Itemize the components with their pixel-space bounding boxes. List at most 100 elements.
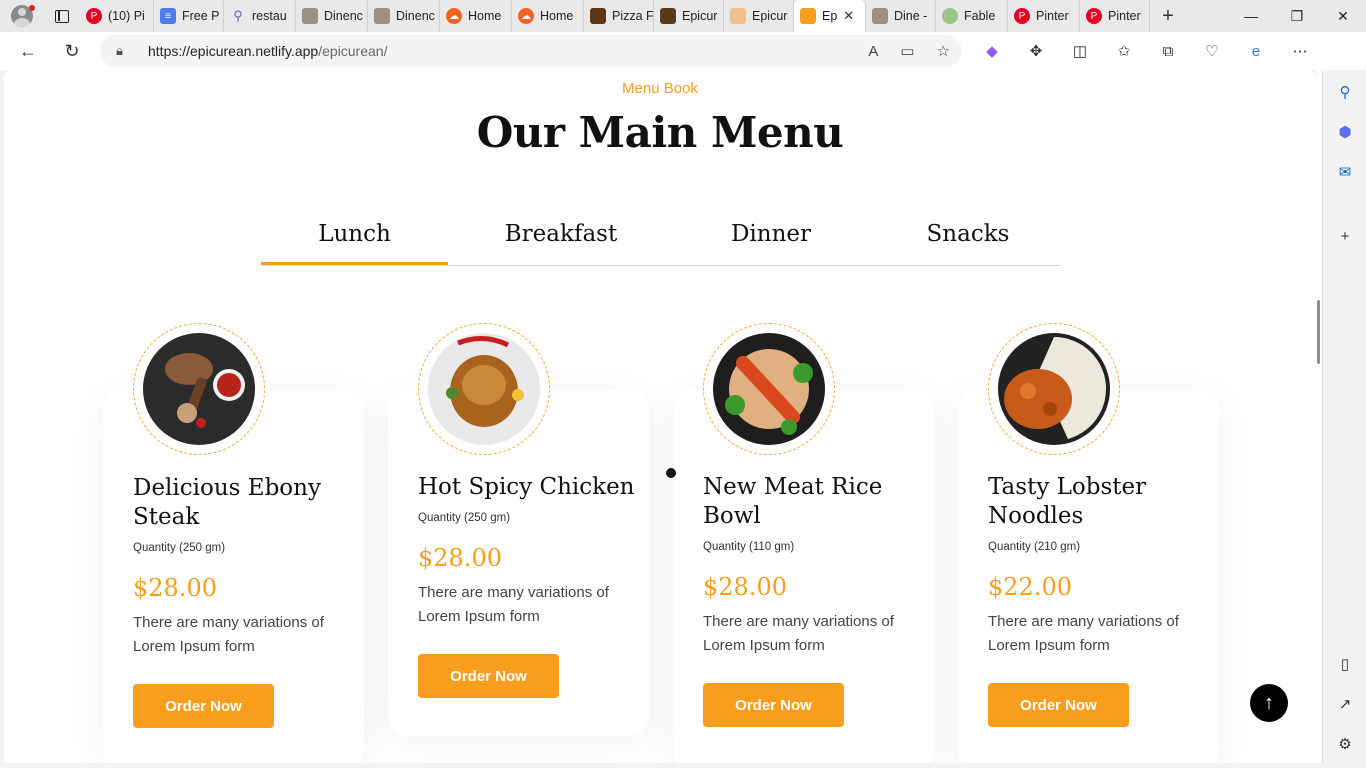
browser-tab[interactable]: P Pinter <box>1008 0 1080 32</box>
address-toolbar: ← ↻ 🔒︎ https://epicurean.netlify.app/epi… <box>0 32 1366 94</box>
url-field[interactable]: 🔒︎ https://epicurean.netlify.app/epicure… <box>100 35 962 67</box>
dish-name: Delicious Ebony Steak <box>133 475 321 530</box>
browser-tab[interactable]: Epicur <box>654 0 724 32</box>
sidebar-layout-icon[interactable]: ▯ <box>1333 652 1357 676</box>
more-menu-icon[interactable]: ⋯ <box>1278 32 1322 70</box>
immersive-reader-icon[interactable]: ▭ <box>900 42 914 60</box>
external-link-icon[interactable]: ↗ <box>1333 692 1357 716</box>
browser-tab[interactable]: Fable <box>936 0 1008 32</box>
tab-label: Epicur <box>752 9 788 23</box>
browser-tab[interactable]: Dinenc <box>368 0 440 32</box>
search-favicon-icon: ⚲ <box>233 8 243 23</box>
browser-tab[interactable]: Dine - <box>866 0 936 32</box>
tab-label: Home <box>468 9 502 23</box>
favorite-star-icon[interactable]: ☆ <box>937 42 950 60</box>
order-now-button[interactable]: Order Now <box>418 654 559 698</box>
collections-icon[interactable]: ⧉ <box>1146 32 1190 70</box>
back-arrow-icon[interactable]: ← <box>6 32 50 70</box>
browser-tab-active[interactable]: Ep ✕ <box>794 0 866 32</box>
tab-label: (10) Pi <box>108 9 145 23</box>
tab-label: Home <box>540 9 574 23</box>
extension-shape-icon[interactable]: ◆ <box>970 32 1014 70</box>
tab-label: Dine - <box>894 9 928 23</box>
split-screen-icon[interactable]: ◫ <box>1058 32 1102 70</box>
dish-price: $28.00 <box>133 574 217 602</box>
window-bottom-edge <box>0 763 1366 768</box>
cloud-favicon-icon: ☁ <box>518 8 534 24</box>
close-window-icon[interactable]: ✕ <box>1320 0 1366 32</box>
site-favicon-icon <box>302 8 318 24</box>
order-now-button[interactable]: Order Now <box>133 684 274 728</box>
site-favicon-icon <box>942 8 958 24</box>
tab-dinner[interactable]: Dinner <box>681 221 861 247</box>
rice-bowl-image <box>713 333 825 445</box>
site-favicon-icon <box>374 8 390 24</box>
steak-image <box>143 333 255 445</box>
menu-card: New Meat Rice Bowl Quantity (110 gm) $28… <box>673 390 934 763</box>
browser-tab[interactable]: P Pinter <box>1080 0 1150 32</box>
edge-sidebar: ⚲ ⬢ ✉ + ▯ ↗ ⚙ <box>1322 70 1366 768</box>
url-path: /epicurean/ <box>318 43 388 59</box>
minimize-icon[interactable]: — <box>1228 0 1274 32</box>
section-kicker: Menu Book <box>622 80 698 97</box>
dish-image <box>703 323 835 455</box>
search-icon[interactable]: ⚲ <box>1333 80 1357 104</box>
menu-card: Delicious Ebony Steak Quantity (250 gm) … <box>103 390 364 763</box>
cursor-dot <box>666 468 676 478</box>
site-favicon-icon <box>590 8 606 24</box>
order-now-button[interactable]: Order Now <box>703 683 844 727</box>
dish-image <box>418 323 550 455</box>
tab-actions-button[interactable] <box>44 0 80 32</box>
tab-snacks[interactable]: Snacks <box>878 221 1058 247</box>
tab-lunch[interactable]: Lunch <box>261 221 448 247</box>
scroll-to-top-button[interactable]: ↑ <box>1250 684 1288 722</box>
browser-tab[interactable]: P (10) Pi <box>80 0 154 32</box>
dish-description: There are many variations of Lorem Ipsum… <box>703 613 894 654</box>
tab-label: Free P <box>182 9 220 23</box>
outlook-icon[interactable]: ✉ <box>1333 160 1357 184</box>
tab-label: Ep <box>822 9 838 23</box>
menu-card: Tasty Lobster Noodles Quantity (210 gm) … <box>958 390 1219 763</box>
pinterest-favicon-icon: P <box>86 8 102 24</box>
browser-tab[interactable]: Dinenc <box>296 0 368 32</box>
browser-tab[interactable]: Epicur <box>724 0 794 32</box>
dish-price: $22.00 <box>988 573 1072 601</box>
tab-label: Fable <box>964 9 996 23</box>
browser-essentials-icon[interactable]: ♡ <box>1190 32 1234 70</box>
dish-description: There are many variations of Lorem Ipsum… <box>133 614 324 655</box>
extensions-icon[interactable]: ✥ <box>1014 32 1058 70</box>
dish-description: There are many variations of Lorem Ipsum… <box>988 613 1179 654</box>
edge-bar-icon[interactable]: e <box>1234 32 1278 70</box>
browser-tab[interactable]: ☁ Home <box>440 0 512 32</box>
site-favicon-icon <box>730 8 746 24</box>
tab-breakfast[interactable]: Breakfast <box>471 221 651 247</box>
close-tab-icon[interactable]: ✕ <box>843 8 854 24</box>
scrollbar-thumb[interactable] <box>1317 300 1320 364</box>
office-icon[interactable]: ⬢ <box>1333 120 1357 144</box>
favorites-icon[interactable]: ✩ <box>1102 32 1146 70</box>
browser-tools: ◆ ✥ ◫ ✩ ⧉ ♡ e ⋯ <box>970 32 1322 70</box>
add-icon[interactable]: + <box>1333 224 1357 248</box>
refresh-icon[interactable]: ↻ <box>50 32 94 70</box>
site-favicon-icon <box>872 8 888 24</box>
noodles-image <box>998 333 1110 445</box>
settings-gear-icon[interactable]: ⚙ <box>1333 732 1357 756</box>
browser-tab[interactable]: ⚲ restau <box>224 0 296 32</box>
page-scrollbar[interactable] <box>1316 70 1322 763</box>
tab-label: Pinter <box>1036 9 1069 23</box>
window-controls: — ❐ ✕ <box>1228 0 1366 32</box>
new-tab-button[interactable]: + <box>1150 0 1186 32</box>
browser-tab[interactable]: Pizza F <box>584 0 654 32</box>
dish-name: New Meat Rice Bowl <box>703 474 883 529</box>
restore-icon[interactable]: ❐ <box>1274 0 1320 32</box>
profile-avatar[interactable] <box>0 0 44 32</box>
cloud-favicon-icon: ☁ <box>446 8 462 24</box>
browser-tab[interactable]: ☁ Home <box>512 0 584 32</box>
dish-quantity: Quantity (250 gm) <box>133 542 226 554</box>
order-now-button[interactable]: Order Now <box>988 683 1129 727</box>
browser-tab[interactable]: ≡ Free P <box>154 0 224 32</box>
tab-label: Dinenc <box>396 9 435 23</box>
tab-actions-icon <box>55 9 69 23</box>
dish-quantity: Quantity (210 gm) <box>988 541 1081 553</box>
read-aloud-icon[interactable]: A <box>868 43 878 60</box>
